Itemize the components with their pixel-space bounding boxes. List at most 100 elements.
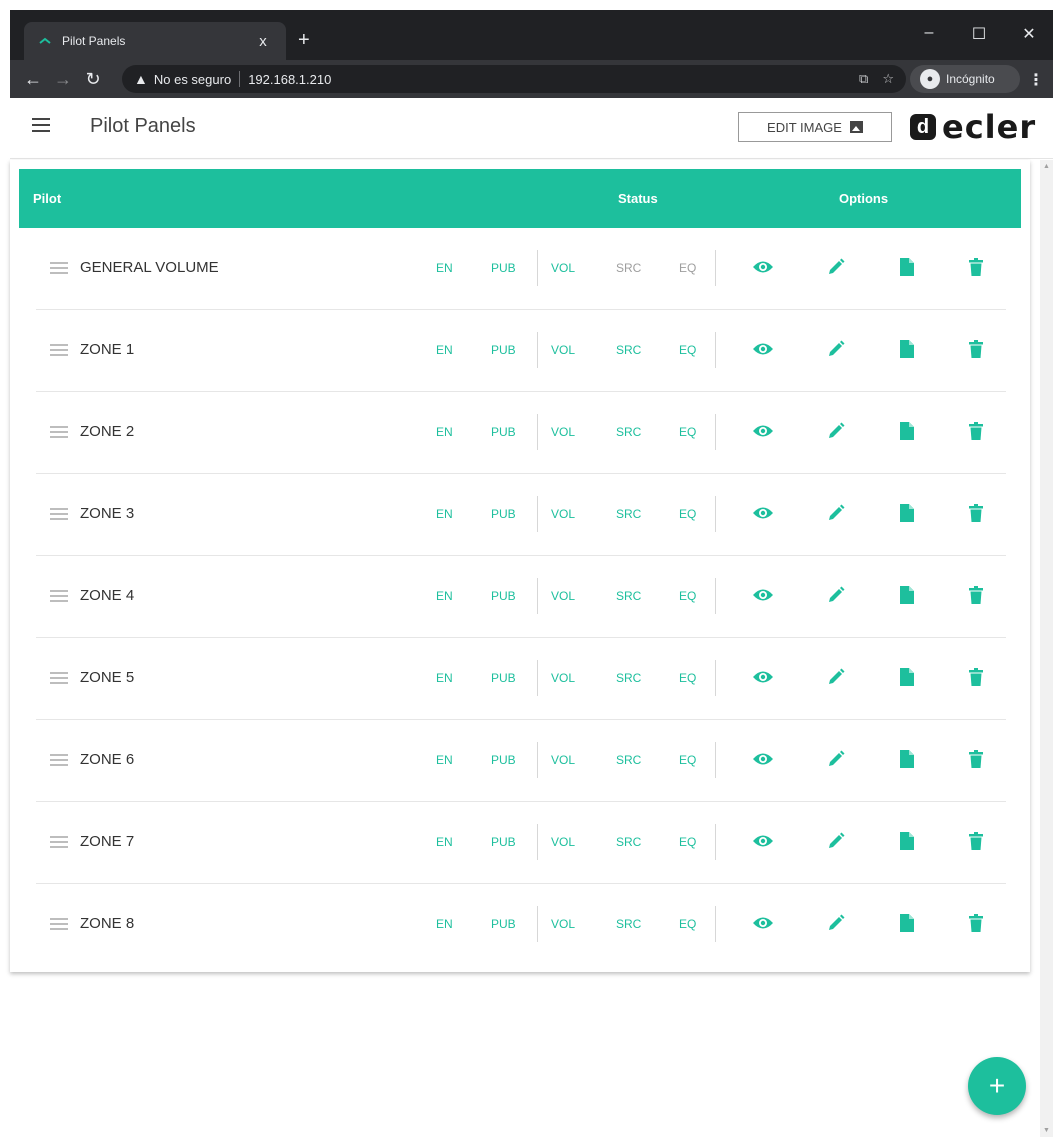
tab-close-icon[interactable]: x (254, 33, 272, 50)
browser-tab[interactable]: Pilot Panels x (24, 22, 286, 60)
back-icon[interactable]: ← (18, 69, 48, 90)
pencil-icon[interactable] (825, 912, 847, 934)
drag-handle-icon[interactable] (50, 344, 68, 356)
drag-handle-icon[interactable] (50, 918, 68, 930)
pencil-icon[interactable] (825, 666, 847, 688)
status-vol[interactable]: VOL (551, 261, 575, 275)
drag-handle-icon[interactable] (50, 590, 68, 602)
scroll-up-icon[interactable]: ▲ (1040, 163, 1053, 170)
warning-icon[interactable]: ▲ (134, 71, 148, 87)
file-icon[interactable] (896, 666, 918, 688)
file-icon[interactable] (896, 420, 918, 442)
pencil-icon[interactable] (825, 502, 847, 524)
status-en[interactable]: EN (436, 589, 453, 603)
pencil-icon[interactable] (825, 256, 847, 278)
trash-icon[interactable] (965, 666, 987, 688)
eye-icon[interactable] (752, 338, 774, 360)
status-en[interactable]: EN (436, 343, 453, 357)
eye-icon[interactable] (752, 912, 774, 934)
status-pub[interactable]: PUB (491, 753, 516, 767)
status-src[interactable]: SRC (616, 425, 641, 439)
status-src[interactable]: SRC (616, 917, 641, 931)
file-icon[interactable] (896, 912, 918, 934)
forward-icon[interactable]: → (48, 69, 78, 90)
status-vol[interactable]: VOL (551, 835, 575, 849)
file-icon[interactable] (896, 584, 918, 606)
status-vol[interactable]: VOL (551, 425, 575, 439)
status-pub[interactable]: PUB (491, 589, 516, 603)
status-vol[interactable]: VOL (551, 753, 575, 767)
status-en[interactable]: EN (436, 425, 453, 439)
status-eq[interactable]: EQ (679, 425, 696, 439)
minimize-button[interactable]: – (914, 24, 944, 42)
status-pub[interactable]: PUB (491, 261, 516, 275)
status-pub[interactable]: PUB (491, 425, 516, 439)
browser-menu-icon[interactable]: ⋮ (1028, 70, 1044, 90)
trash-icon[interactable] (965, 584, 987, 606)
status-src[interactable]: SRC (616, 507, 641, 521)
trash-icon[interactable] (965, 338, 987, 360)
status-eq[interactable]: EQ (679, 835, 696, 849)
status-src[interactable]: SRC (616, 261, 641, 275)
status-pub[interactable]: PUB (491, 671, 516, 685)
status-eq[interactable]: EQ (679, 671, 696, 685)
trash-icon[interactable] (965, 256, 987, 278)
drag-handle-icon[interactable] (50, 672, 68, 684)
status-en[interactable]: EN (436, 753, 453, 767)
file-icon[interactable] (896, 502, 918, 524)
trash-icon[interactable] (965, 830, 987, 852)
status-en[interactable]: EN (436, 835, 453, 849)
status-pub[interactable]: PUB (491, 343, 516, 357)
window-close-button[interactable]: ✕ (1014, 24, 1044, 44)
status-en[interactable]: EN (436, 507, 453, 521)
pencil-icon[interactable] (825, 748, 847, 770)
status-eq[interactable]: EQ (679, 589, 696, 603)
status-src[interactable]: SRC (616, 343, 641, 357)
status-en[interactable]: EN (436, 671, 453, 685)
trash-icon[interactable] (965, 748, 987, 770)
status-pub[interactable]: PUB (491, 507, 516, 521)
file-icon[interactable] (896, 748, 918, 770)
translate-icon[interactable]: ⧉ (859, 71, 868, 87)
status-pub[interactable]: PUB (491, 917, 516, 931)
status-en[interactable]: EN (436, 261, 453, 275)
status-src[interactable]: SRC (616, 589, 641, 603)
status-en[interactable]: EN (436, 917, 453, 931)
eye-icon[interactable] (752, 256, 774, 278)
drag-handle-icon[interactable] (50, 754, 68, 766)
eye-icon[interactable] (752, 666, 774, 688)
eye-icon[interactable] (752, 502, 774, 524)
trash-icon[interactable] (965, 502, 987, 524)
drag-handle-icon[interactable] (50, 426, 68, 438)
status-vol[interactable]: VOL (551, 589, 575, 603)
status-eq[interactable]: EQ (679, 343, 696, 357)
add-pilot-button[interactable]: + (968, 1057, 1026, 1115)
eye-icon[interactable] (752, 748, 774, 770)
scrollbar[interactable]: ▲ ▼ (1040, 160, 1053, 1137)
file-icon[interactable] (896, 338, 918, 360)
pencil-icon[interactable] (825, 420, 847, 442)
status-eq[interactable]: EQ (679, 507, 696, 521)
drag-handle-icon[interactable] (50, 262, 68, 274)
trash-icon[interactable] (965, 420, 987, 442)
scroll-down-icon[interactable]: ▼ (1040, 1127, 1053, 1134)
incognito-badge[interactable]: ● Incógnito (910, 65, 1020, 93)
bookmark-star-icon[interactable]: ☆ (882, 71, 894, 87)
eye-icon[interactable] (752, 584, 774, 606)
edit-image-button[interactable]: EDIT IMAGE (738, 112, 892, 142)
status-src[interactable]: SRC (616, 753, 641, 767)
eye-icon[interactable] (752, 830, 774, 852)
status-eq[interactable]: EQ (679, 753, 696, 767)
new-tab-button[interactable]: + (298, 30, 310, 50)
eye-icon[interactable] (752, 420, 774, 442)
drag-handle-icon[interactable] (50, 508, 68, 520)
pencil-icon[interactable] (825, 584, 847, 606)
trash-icon[interactable] (965, 912, 987, 934)
reload-icon[interactable]: ↻ (78, 69, 108, 90)
pencil-icon[interactable] (825, 338, 847, 360)
menu-icon[interactable] (32, 118, 50, 132)
status-vol[interactable]: VOL (551, 507, 575, 521)
maximize-button[interactable]: ☐ (964, 24, 994, 44)
status-src[interactable]: SRC (616, 835, 641, 849)
status-vol[interactable]: VOL (551, 343, 575, 357)
